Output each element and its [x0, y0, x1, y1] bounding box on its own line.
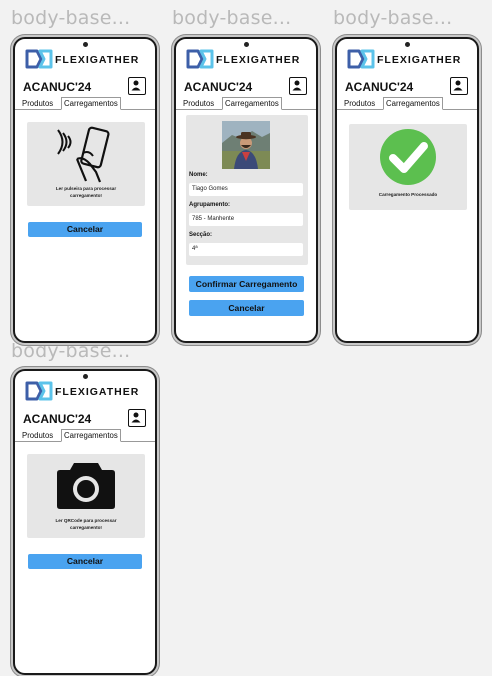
frame-label-2: body-base... [172, 7, 292, 29]
phone-frame-confirm: FLEXIGATHER ACANUC'24 Produtos Carregame… [174, 37, 318, 343]
tab-carregamentos[interactable]: Carregamentos [383, 97, 443, 110]
success-check-icon [380, 129, 436, 185]
name-label: Nome: [189, 172, 208, 178]
flexigather-logo-icon [25, 49, 53, 69]
tab-bar: Produtos Carregamentos [176, 97, 316, 110]
tab-bar: Produtos Carregamentos [15, 429, 155, 442]
tab-produtos[interactable]: Produtos [20, 98, 55, 109]
qrcode-scan-panel: Ler QRCode para processar carregamento! [27, 454, 145, 538]
member-details-panel: Nome: Tiago Gomes Agrupamento: 785 - Man… [186, 115, 308, 265]
brand-name: FLEXIGATHER [55, 54, 140, 66]
confirm-charge-button[interactable]: Confirmar Carregamento [189, 276, 304, 292]
tab-produtos[interactable]: Produtos [342, 98, 377, 109]
user-profile-button[interactable] [450, 77, 468, 95]
user-icon [131, 80, 141, 91]
brand-name: FLEXIGATHER [55, 386, 140, 398]
brand-logo: FLEXIGATHER [24, 48, 149, 70]
user-profile-button[interactable] [128, 77, 146, 95]
cancel-button[interactable]: Cancelar [28, 222, 142, 237]
frame-label-4: body-base... [11, 340, 131, 362]
section-label: Secção: [189, 232, 213, 238]
camera-icon [57, 463, 115, 509]
event-title: ACANUC'24 [345, 80, 414, 94]
brand-name: FLEXIGATHER [377, 54, 462, 66]
tab-bar: Produtos Carregamentos [337, 97, 477, 110]
brand-logo: FLEXIGATHER [24, 380, 149, 402]
camera-dot [244, 42, 249, 47]
camera-dot [83, 374, 88, 379]
brand-logo: FLEXIGATHER [346, 48, 471, 70]
flexigather-logo-icon [347, 49, 375, 69]
phone-frame-qrcode: FLEXIGATHER ACANUC'24 Produtos Carregame… [13, 369, 157, 675]
phone-frame-nfc: FLEXIGATHER ACANUC'24 Produtos Carregame… [13, 37, 157, 343]
user-profile-button[interactable] [128, 409, 146, 427]
tab-bar: Produtos Carregamentos [15, 97, 155, 110]
section-field: 4ª [189, 243, 303, 256]
nfc-phone-icon [57, 126, 110, 183]
cancel-button[interactable]: Cancelar [28, 554, 142, 569]
tab-carregamentos[interactable]: Carregamentos [61, 429, 121, 442]
nfc-scan-panel: Ler pulseira para processar carregamento… [27, 122, 145, 206]
tab-carregamentos[interactable]: Carregamentos [222, 97, 282, 110]
success-panel: Carregamento Processado [349, 124, 467, 210]
brand-name: FLEXIGATHER [216, 54, 301, 66]
group-field: 785 - Manhente [189, 213, 303, 226]
qrcode-instruction-line2: carregamento! [70, 525, 102, 530]
name-field: Tiago Gomes [189, 183, 303, 196]
nfc-instruction-line1: Ler pulseira para processar [55, 186, 117, 191]
frame-label-3: body-base... [333, 7, 453, 29]
event-title: ACANUC'24 [23, 412, 92, 426]
brand-logo: FLEXIGATHER [185, 48, 310, 70]
success-message: Carregamento Processado [378, 192, 438, 197]
phone-frame-success: FLEXIGATHER ACANUC'24 Produtos Carregame… [335, 37, 479, 343]
user-icon [131, 412, 141, 423]
camera-dot [83, 42, 88, 47]
user-icon [453, 80, 463, 91]
cancel-button[interactable]: Cancelar [189, 300, 304, 316]
tab-carregamentos[interactable]: Carregamentos [61, 97, 121, 110]
nfc-instruction-line2: carregamento! [70, 193, 102, 198]
flexigather-logo-icon [186, 49, 214, 69]
tab-produtos[interactable]: Produtos [181, 98, 216, 109]
tab-produtos[interactable]: Produtos [20, 430, 55, 441]
user-profile-button[interactable] [289, 77, 307, 95]
flexigather-logo-icon [25, 381, 53, 401]
qrcode-instruction-line1: Ler QRCode para processar [55, 518, 117, 523]
group-label: Agrupamento: [189, 202, 230, 208]
frame-label-1: body-base... [11, 7, 131, 29]
avatar-photo [222, 121, 270, 169]
event-title: ACANUC'24 [23, 80, 92, 94]
user-icon [292, 80, 302, 91]
event-title: ACANUC'24 [184, 80, 253, 94]
camera-dot [405, 42, 410, 47]
